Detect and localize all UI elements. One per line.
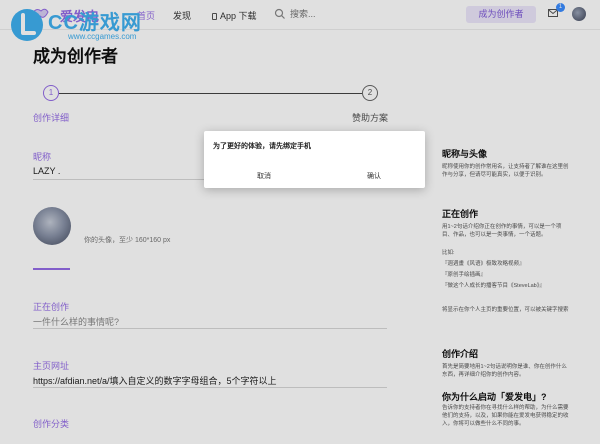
bind-phone-dialog: 为了更好的体验，请先绑定手机 取消 确认 <box>204 131 425 188</box>
modal-overlay[interactable] <box>0 0 600 444</box>
confirm-button[interactable]: 确认 <box>344 171 404 183</box>
dialog-message: 为了更好的体验，请先绑定手机 <box>213 143 311 150</box>
cancel-button[interactable]: 取消 <box>234 171 294 183</box>
